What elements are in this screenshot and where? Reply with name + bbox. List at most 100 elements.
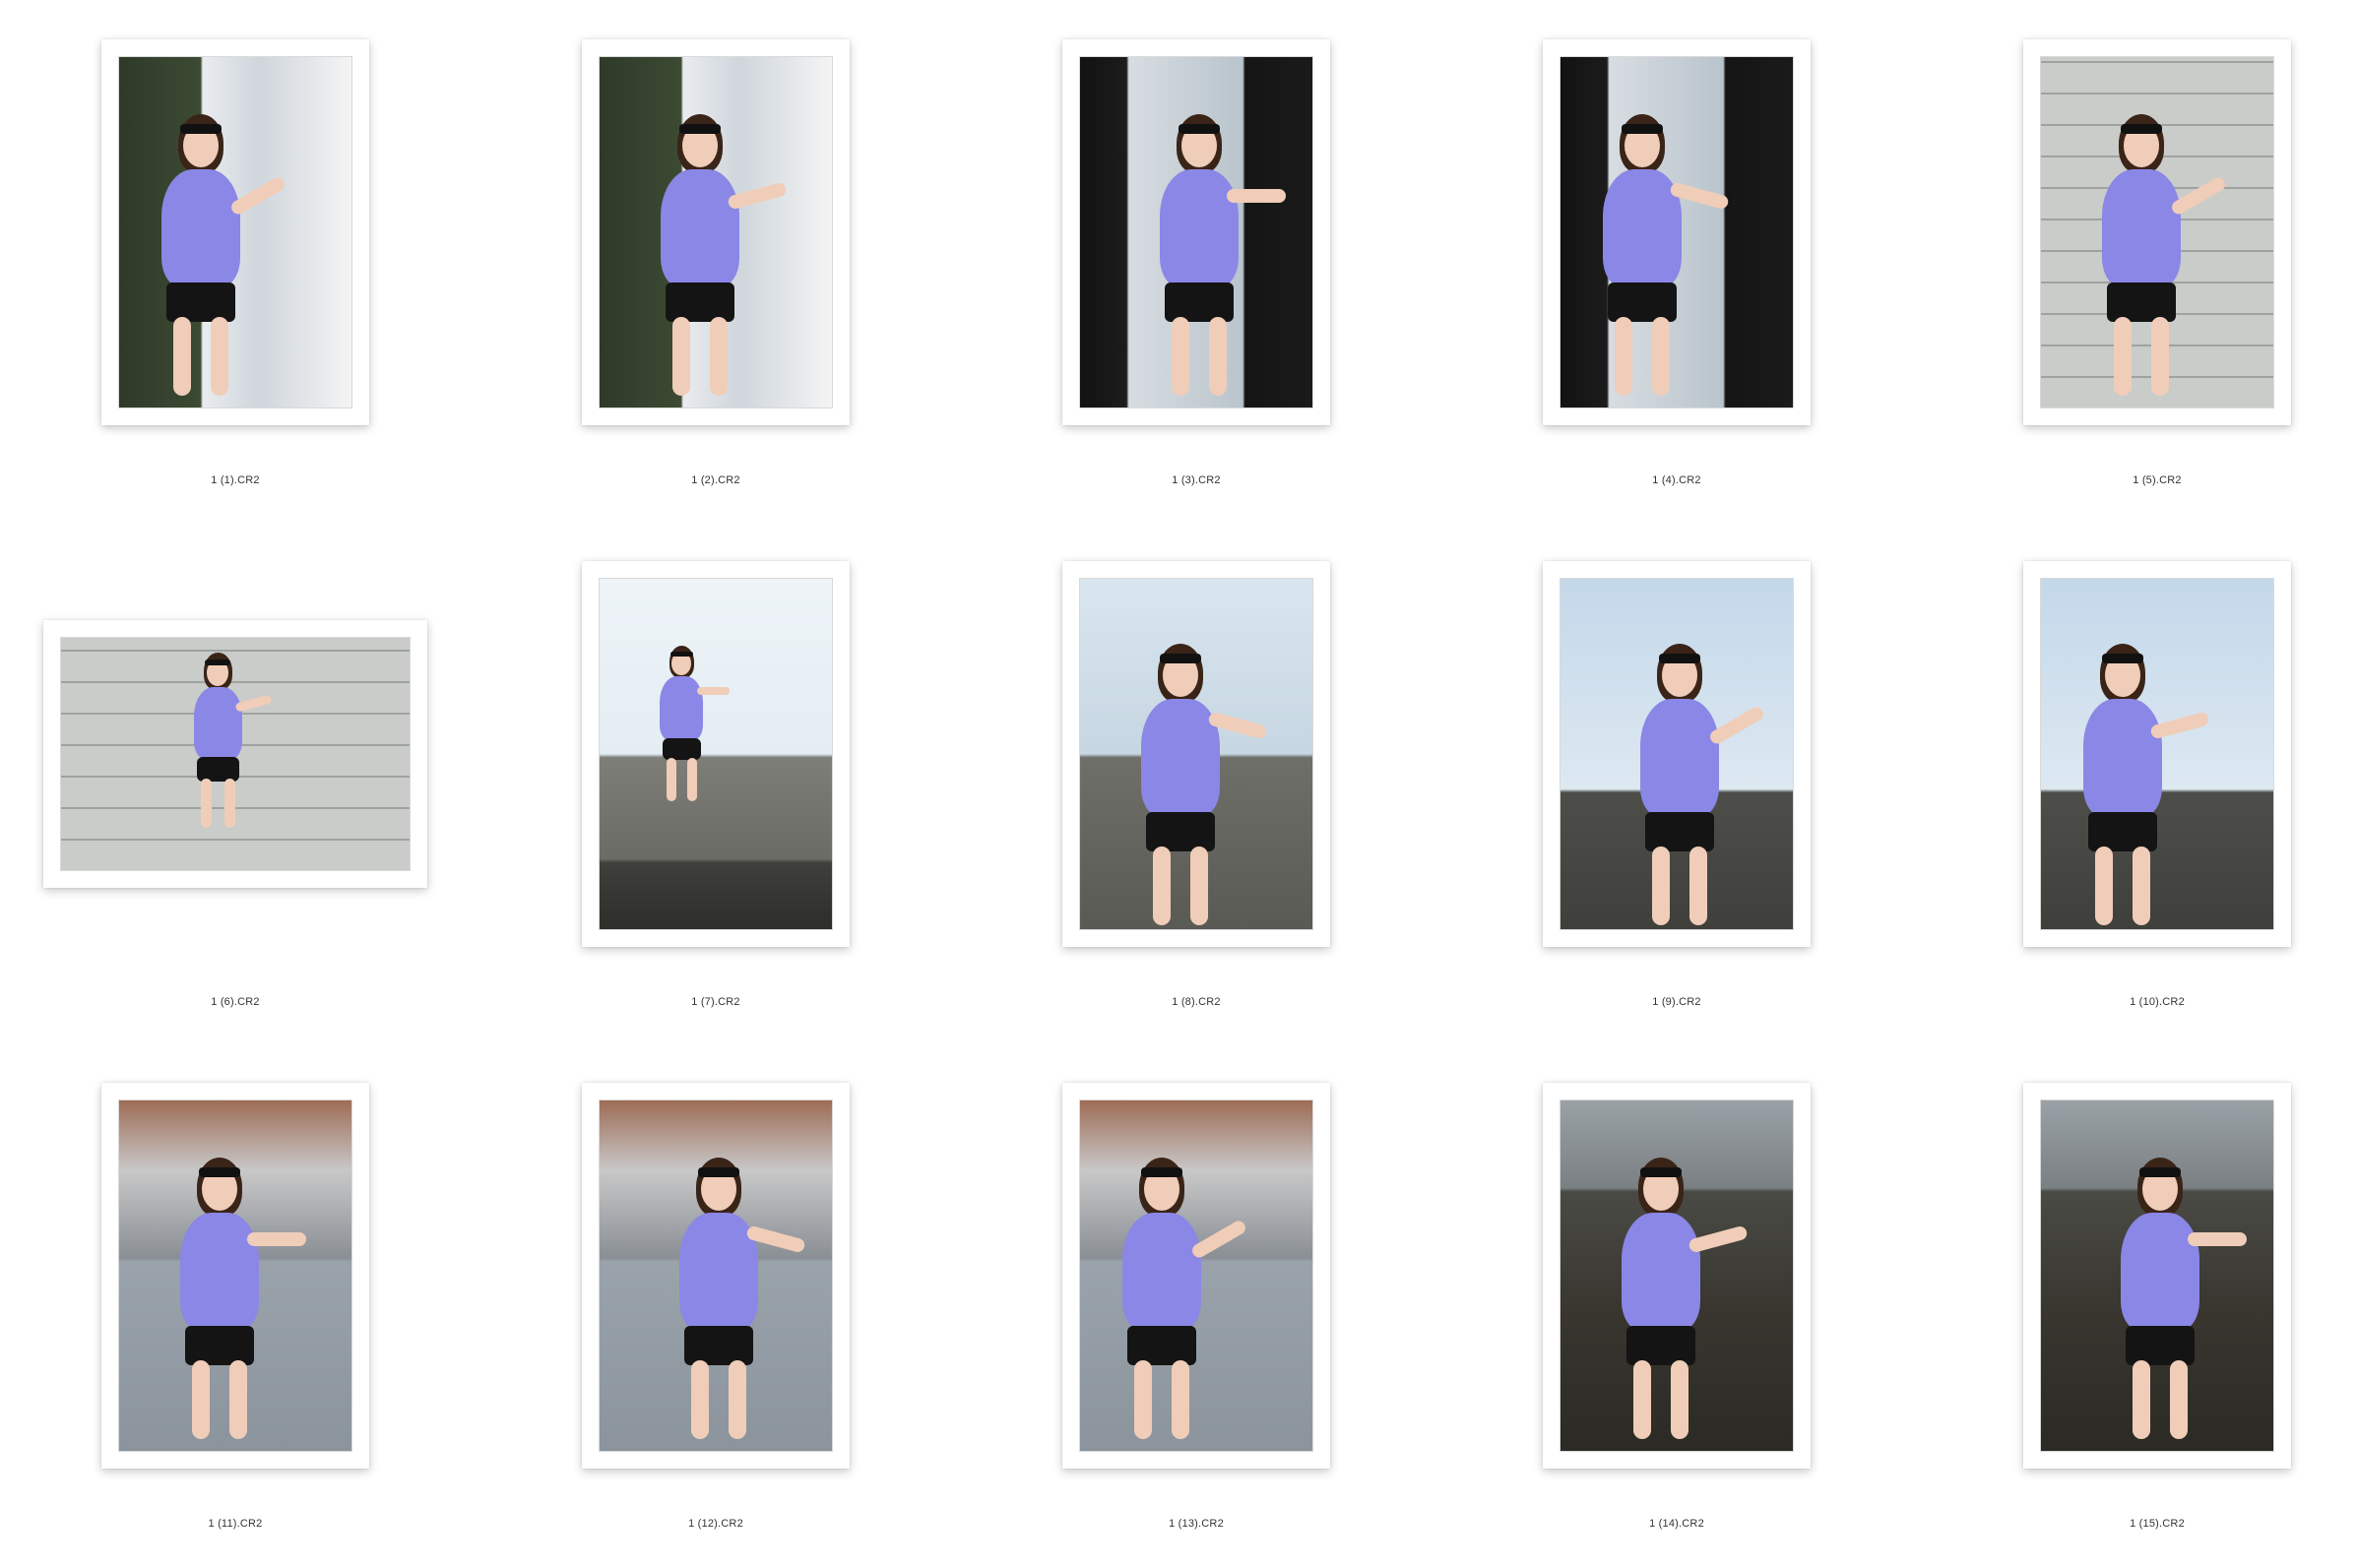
headband-shape — [199, 1167, 241, 1178]
leg-shape — [1633, 1360, 1652, 1440]
file-item[interactable]: 1 (7).CR2 — [476, 524, 956, 1045]
file-name-label[interactable]: 1 (13).CR2 — [956, 1518, 1436, 1530]
file-item[interactable]: 1 (5).CR2 — [1917, 2, 2357, 524]
file-name-label[interactable]: 1 (7).CR2 — [476, 996, 956, 1008]
file-item[interactable]: 1 (8).CR2 — [956, 524, 1436, 1045]
file-item[interactable]: 1 (2).CR2 — [476, 2, 956, 524]
file-item[interactable]: 1 (6).CR2 — [0, 524, 476, 1045]
leg-shape — [173, 317, 192, 397]
photo-thumbnail — [1079, 578, 1313, 930]
file-name-label[interactable]: 1 (11).CR2 — [0, 1518, 476, 1530]
shorts-shape — [1608, 282, 1678, 323]
arm-shape — [727, 181, 789, 211]
shorts-shape — [1165, 282, 1235, 323]
thumbnail-frame[interactable] — [582, 39, 850, 425]
photo-thumbnail — [60, 637, 411, 871]
photo-thumbnail — [599, 56, 833, 408]
leg-shape — [666, 757, 676, 801]
file-name-label[interactable]: 1 (3).CR2 — [956, 474, 1436, 486]
file-item[interactable]: 1 (12).CR2 — [476, 1045, 956, 1567]
leg-shape — [1134, 1360, 1153, 1440]
file-item[interactable]: 1 (13).CR2 — [956, 1045, 1436, 1567]
photo-thumbnail — [2040, 578, 2274, 930]
photo-thumbnail — [2040, 1099, 2274, 1452]
file-item[interactable]: 1 (9).CR2 — [1436, 524, 1917, 1045]
shorts-shape — [1645, 811, 1715, 851]
thumbnail-frame[interactable] — [1543, 561, 1811, 947]
leg-shape — [1652, 317, 1671, 397]
headband-shape — [679, 124, 722, 135]
thumbnail-frame[interactable] — [1062, 39, 1330, 425]
person-figure — [1080, 579, 1312, 929]
leg-shape — [2170, 1360, 2189, 1440]
headband-shape — [1659, 653, 1701, 663]
photo-thumbnail — [599, 1099, 833, 1452]
thumbnail-frame[interactable] — [101, 1083, 369, 1469]
thumbnail-frame[interactable] — [43, 620, 427, 888]
file-name-label[interactable]: 1 (15).CR2 — [1917, 1518, 2357, 1530]
file-item[interactable]: 1 (3).CR2 — [956, 2, 1436, 524]
shorts-shape — [166, 282, 236, 323]
arm-shape — [2149, 711, 2211, 740]
person-figure — [1080, 1100, 1312, 1451]
leg-shape — [1689, 846, 1708, 925]
file-name-label[interactable]: 1 (6).CR2 — [0, 996, 476, 1008]
file-name-label[interactable]: 1 (8).CR2 — [956, 996, 1436, 1008]
shirt-shape — [1622, 1213, 1701, 1332]
file-name-label[interactable]: 1 (14).CR2 — [1436, 1518, 1917, 1530]
photo-thumbnail — [599, 578, 833, 930]
leg-shape — [211, 317, 229, 397]
file-name-label[interactable]: 1 (12).CR2 — [476, 1518, 956, 1530]
thumbnail-frame[interactable] — [1543, 39, 1811, 425]
arm-shape — [1189, 1219, 1248, 1261]
shorts-shape — [2126, 1326, 2196, 1366]
arm-shape — [2169, 175, 2228, 218]
thumbnail-frame[interactable] — [2023, 39, 2291, 425]
file-item[interactable]: 1 (1).CR2 — [0, 2, 476, 524]
file-name-label[interactable]: 1 (10).CR2 — [1917, 996, 2357, 1008]
photo-thumbnail — [1560, 1099, 1794, 1452]
file-name-label[interactable]: 1 (2).CR2 — [476, 474, 956, 486]
file-item[interactable]: 1 (11).CR2 — [0, 1045, 476, 1567]
leg-shape — [1209, 317, 1228, 397]
thumbnail-frame[interactable] — [2023, 561, 2291, 947]
thumbnail-frame[interactable] — [1062, 1083, 1330, 1469]
thumbnail-frame[interactable] — [582, 561, 850, 947]
person-figure — [61, 638, 410, 870]
file-item[interactable]: 1 (14).CR2 — [1436, 1045, 1917, 1567]
person-figure — [119, 57, 351, 408]
person-figure — [600, 57, 832, 408]
file-name-label[interactable]: 1 (1).CR2 — [0, 474, 476, 486]
leg-shape — [192, 1360, 211, 1440]
thumbnail-frame[interactable] — [2023, 1083, 2291, 1469]
thumbnail-frame[interactable] — [1062, 561, 1330, 947]
shirt-shape — [661, 169, 740, 288]
leg-shape — [1172, 1360, 1190, 1440]
file-item[interactable]: 1 (4).CR2 — [1436, 2, 1917, 524]
thumbnail-frame[interactable] — [1543, 1083, 1811, 1469]
leg-shape — [672, 317, 691, 397]
file-item[interactable]: 1 (15).CR2 — [1917, 1045, 2357, 1567]
thumbnail-frame[interactable] — [582, 1083, 850, 1469]
person-figure — [600, 579, 832, 929]
leg-shape — [1615, 317, 1633, 397]
leg-shape — [691, 1360, 710, 1440]
file-name-label[interactable]: 1 (5).CR2 — [1917, 474, 2357, 486]
headband-shape — [205, 659, 231, 665]
leg-shape — [710, 317, 729, 397]
headband-shape — [2139, 1167, 2182, 1178]
file-name-label[interactable]: 1 (4).CR2 — [1436, 474, 1917, 486]
leg-shape — [2114, 317, 2133, 397]
headband-shape — [1178, 124, 1221, 135]
shorts-shape — [185, 1326, 255, 1366]
shirt-shape — [1160, 169, 1240, 288]
headband-shape — [1640, 1167, 1683, 1178]
headband-shape — [2102, 653, 2144, 663]
thumbnail-grid: 1 (1).CR2 1 (2).CR2 1 (3).CR2 1 (4).CR2 1 (5… — [0, 0, 2357, 1568]
leg-shape — [1190, 846, 1209, 925]
photo-thumbnail — [1079, 1099, 1313, 1452]
file-name-label[interactable]: 1 (9).CR2 — [1436, 996, 1917, 1008]
file-item[interactable]: 1 (10).CR2 — [1917, 524, 2357, 1045]
shirt-shape — [161, 169, 241, 288]
thumbnail-frame[interactable] — [101, 39, 369, 425]
